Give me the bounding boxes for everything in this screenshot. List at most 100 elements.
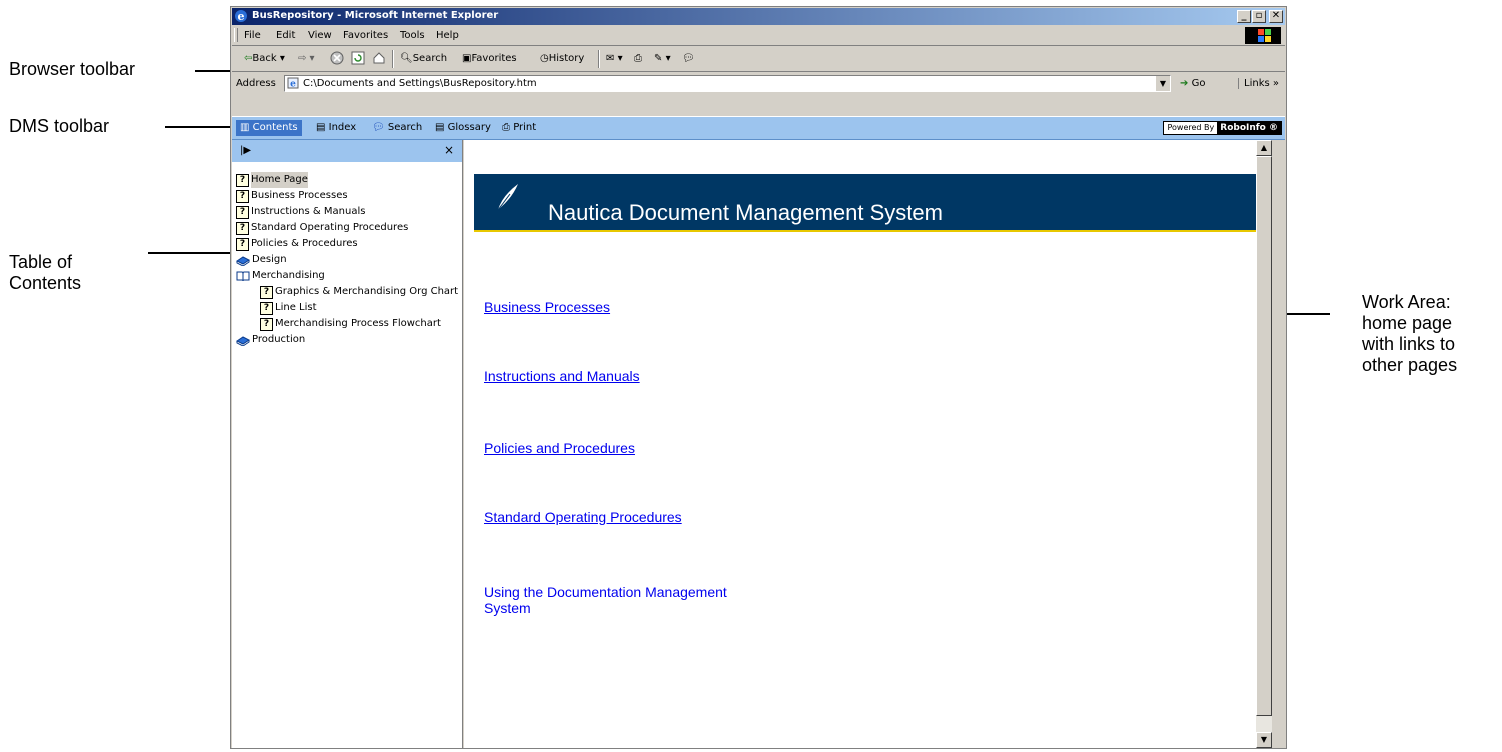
help-topic-icon: ? [260, 301, 273, 315]
help-topic-icon: ? [260, 285, 273, 299]
toc-item-label: Design [252, 254, 287, 265]
help-topic-icon: ? [236, 237, 249, 251]
favorites-button[interactable]: ▣Favorites [462, 53, 517, 64]
toc-item-instructions-manuals[interactable]: ? Instructions & Manuals [236, 204, 462, 220]
dms-contents-tab[interactable]: ▥ Contents [236, 120, 302, 136]
close-button[interactable]: ✕ [1269, 10, 1283, 23]
dms-glossary-tab[interactable]: ▤ Glossary [435, 120, 491, 136]
link-standard-operating-procedures[interactable]: Standard Operating Procedures [484, 509, 682, 525]
link-business-processes[interactable]: Business Processes [484, 299, 610, 315]
toc-item-production[interactable]: Production [236, 332, 462, 348]
work-area: Nautica Document Management System Busin… [464, 140, 1272, 748]
scroll-up-icon[interactable]: ▲ [1256, 140, 1272, 156]
back-button[interactable]: ⇦Back ▾ [244, 53, 285, 64]
home-icon[interactable] [372, 51, 386, 65]
address-bar: Address e C:\Documents and Settings\BusR… [232, 73, 1285, 95]
svg-text:e: e [238, 10, 245, 23]
annotation-dms-toolbar: DMS toolbar [9, 116, 110, 136]
title-bar: e BusRepository - Microsoft Internet Exp… [232, 8, 1285, 25]
edit-button[interactable]: ✎ ▾ [654, 53, 671, 64]
minimize-button[interactable]: _ [1237, 10, 1251, 23]
help-topic-icon: ? [236, 173, 249, 187]
toc-item-home-page[interactable]: ? Home Page [236, 172, 462, 188]
toc-item-standard-operating-procedures[interactable]: ? Standard Operating Procedures [236, 220, 462, 236]
address-label: Address [236, 78, 276, 89]
toc-item-merchandising-process-flowchart[interactable]: ? Merchandising Process Flowchart [236, 316, 462, 332]
toc-item-line-list[interactable]: ? Line List [236, 300, 462, 316]
toc-item-label: Standard Operating Procedures [251, 222, 409, 233]
history-icon: ◷ [540, 53, 549, 64]
stop-icon[interactable] [330, 51, 344, 65]
menu-favorites[interactable]: Favorites [343, 30, 388, 41]
menu-edit[interactable]: Edit [276, 30, 295, 41]
dms-print-button[interactable]: ⎙ Print [502, 120, 536, 136]
discuss-icon: 💬︎ [682, 53, 695, 64]
index-icon: ▤ [316, 122, 326, 133]
feather-logo-icon [497, 184, 518, 211]
toc-item-graphics-merchandising-org-chart[interactable]: ? Graphics & Merchandising Org Chart [236, 284, 462, 300]
toc-item-policies-procedures[interactable]: ? Policies & Procedures [236, 236, 462, 252]
menu-tools[interactable]: Tools [400, 30, 425, 41]
glossary-icon: ▤ [435, 122, 445, 133]
help-topic-icon: ? [236, 221, 249, 235]
link-instructions-and-manuals[interactable]: Instructions and Manuals [484, 368, 640, 384]
internet-explorer-icon: e [235, 10, 247, 23]
page-icon: e [287, 77, 299, 89]
toc-item-label: Business Processes [251, 190, 348, 201]
annotation-browser-toolbar: Browser toolbar [9, 59, 136, 79]
history-button[interactable]: ◷History [540, 53, 584, 64]
scroll-thumb[interactable] [1256, 156, 1272, 716]
toc-item-label: Graphics & Merchandising Org Chart [275, 286, 459, 297]
printer-icon: ⎙ [502, 122, 510, 133]
toolbar-separator [598, 50, 600, 68]
print-toolbar-button[interactable]: ⎙ [634, 53, 642, 64]
arrow-table-of-contents [148, 252, 238, 254]
toc-item-label: Instructions & Manuals [251, 206, 366, 217]
mail-icon: ✉ [606, 53, 615, 64]
refresh-icon[interactable] [351, 51, 365, 65]
toc-list: ? Home Page ? Business Processes ? Instr… [236, 172, 462, 348]
search-icon: 🔍︎ [400, 53, 413, 64]
closed-book-icon [236, 255, 250, 266]
help-topic-icon: ? [236, 205, 249, 219]
sync-toc-icon[interactable]: |▶ [240, 145, 251, 156]
link-using-the-documentation-management-system[interactable]: Using the Documentation Management Syste… [484, 584, 727, 616]
address-value: C:\Documents and Settings\BusRepository.… [303, 78, 537, 89]
discuss-button[interactable]: 💬︎ [682, 53, 695, 64]
browser-window: e BusRepository - Microsoft Internet Exp… [230, 6, 1287, 749]
vertical-scrollbar[interactable]: ▲ ▼ [1256, 140, 1272, 748]
dms-toolbar: ▥ Contents ▤ Index 💬︎ Search ▤ Glossary … [232, 116, 1285, 140]
menu-help[interactable]: Help [436, 30, 459, 41]
toc-item-business-processes[interactable]: ? Business Processes [236, 188, 462, 204]
maximize-button[interactable]: ▫ [1252, 10, 1266, 23]
toc-item-label: Policies & Procedures [251, 238, 358, 249]
toc-item-label: Home Page [251, 172, 308, 188]
go-button[interactable]: ➔ Go [1180, 78, 1205, 89]
forward-button[interactable]: ⇨ ▾ [298, 53, 315, 64]
mail-button[interactable]: ✉ ▾ [606, 53, 623, 64]
menu-file[interactable]: File [244, 30, 261, 41]
toc-item-merchandising[interactable]: Merchandising [236, 268, 462, 284]
address-input[interactable]: e C:\Documents and Settings\BusRepositor… [284, 75, 1171, 92]
toc-item-label: Line List [275, 302, 317, 313]
dms-search-tab[interactable]: 💬︎ Search [372, 120, 422, 136]
svg-text:e: e [290, 80, 296, 90]
help-topic-icon: ? [236, 189, 249, 203]
menu-view[interactable]: View [308, 30, 332, 41]
annotation-work-area: Work Area: home page with links to other… [1362, 292, 1458, 375]
go-arrow-icon: ➔ [1180, 78, 1189, 89]
link-policies-and-procedures[interactable]: Policies and Procedures [484, 440, 635, 456]
links-button[interactable]: Links » [1238, 78, 1279, 89]
dms-index-tab[interactable]: ▤ Index [316, 120, 356, 136]
search-button[interactable]: 🔍︎Search [400, 53, 447, 64]
search-bubble-icon: 💬︎ [372, 122, 385, 133]
banner-title: Nautica Document Management System [548, 200, 943, 225]
table-of-contents-pane: |▶ × ? Home Page ? Business Processes ? … [232, 140, 463, 748]
site-banner: Nautica Document Management System [474, 174, 1260, 232]
contents-book-icon: ▥ [240, 122, 250, 133]
scroll-down-icon[interactable]: ▼ [1256, 732, 1272, 748]
menu-bar: File Edit View Favorites Tools Help [232, 26, 1285, 46]
address-dropdown-icon[interactable]: ▼ [1155, 76, 1170, 91]
toc-item-design[interactable]: Design [236, 252, 462, 268]
toc-close-button[interactable]: × [444, 143, 454, 157]
